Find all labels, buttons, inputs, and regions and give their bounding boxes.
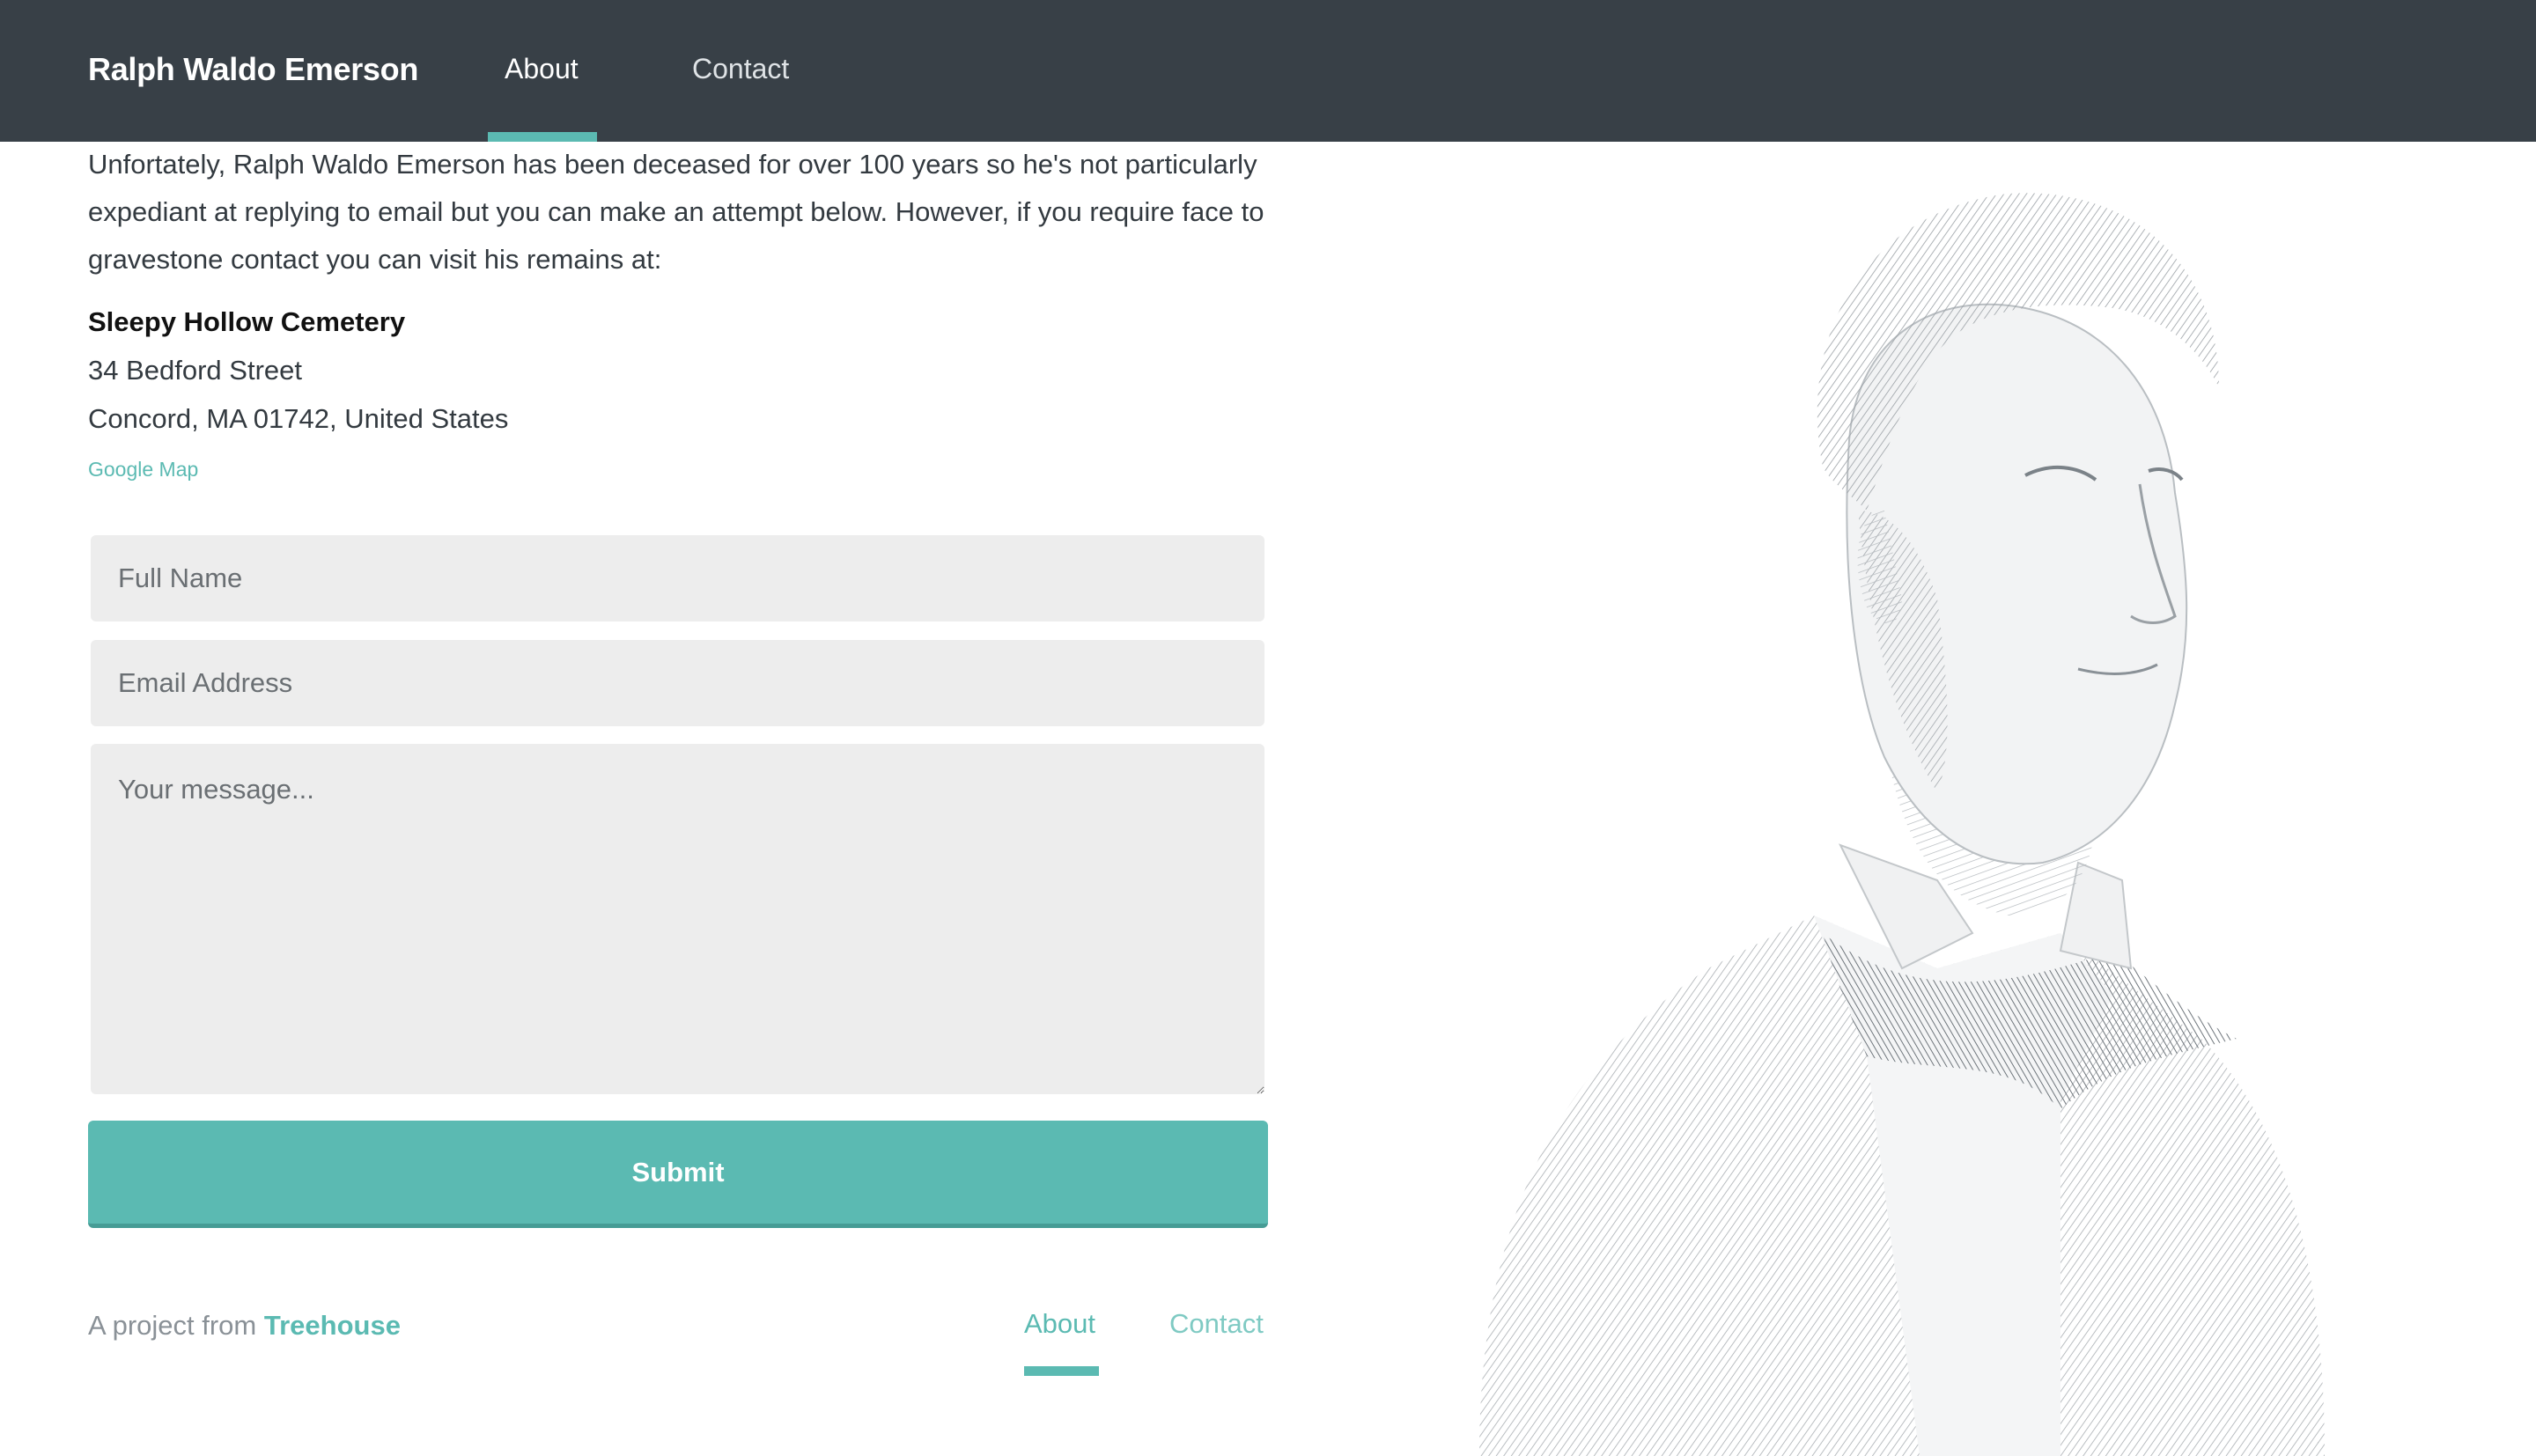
emerson-portrait-image [1479,193,2325,1456]
footer-credit: A project from Treehouse [88,1310,401,1342]
address-street: 34 Bedford Street [88,355,302,386]
top-nav-bar: Ralph Waldo Emerson About Contact [0,0,2536,142]
treehouse-link[interactable]: Treehouse [264,1310,401,1341]
full-name-input[interactable] [91,535,1264,621]
submit-button[interactable]: Submit [88,1121,1268,1228]
footer-about-link[interactable]: About [1024,1308,1095,1340]
footer-active-indicator [1024,1366,1099,1376]
email-address-input[interactable] [91,640,1264,726]
nav-contact-link[interactable]: Contact [692,53,789,85]
cemetery-name: Sleepy Hollow Cemetery [88,306,406,337]
address-city: Concord, MA 01742, United States [88,403,509,434]
intro-paragraph: Unfortately, Ralph Waldo Emerson has bee… [88,149,1264,275]
nav-about-link[interactable]: About [505,53,579,85]
credit-prefix: A project from [88,1310,257,1341]
site-brand[interactable]: Ralph Waldo Emerson [88,51,418,88]
google-map-link[interactable]: Google Map [88,458,198,482]
message-textarea[interactable] [91,744,1264,1094]
footer-contact-link[interactable]: Contact [1169,1308,1264,1340]
